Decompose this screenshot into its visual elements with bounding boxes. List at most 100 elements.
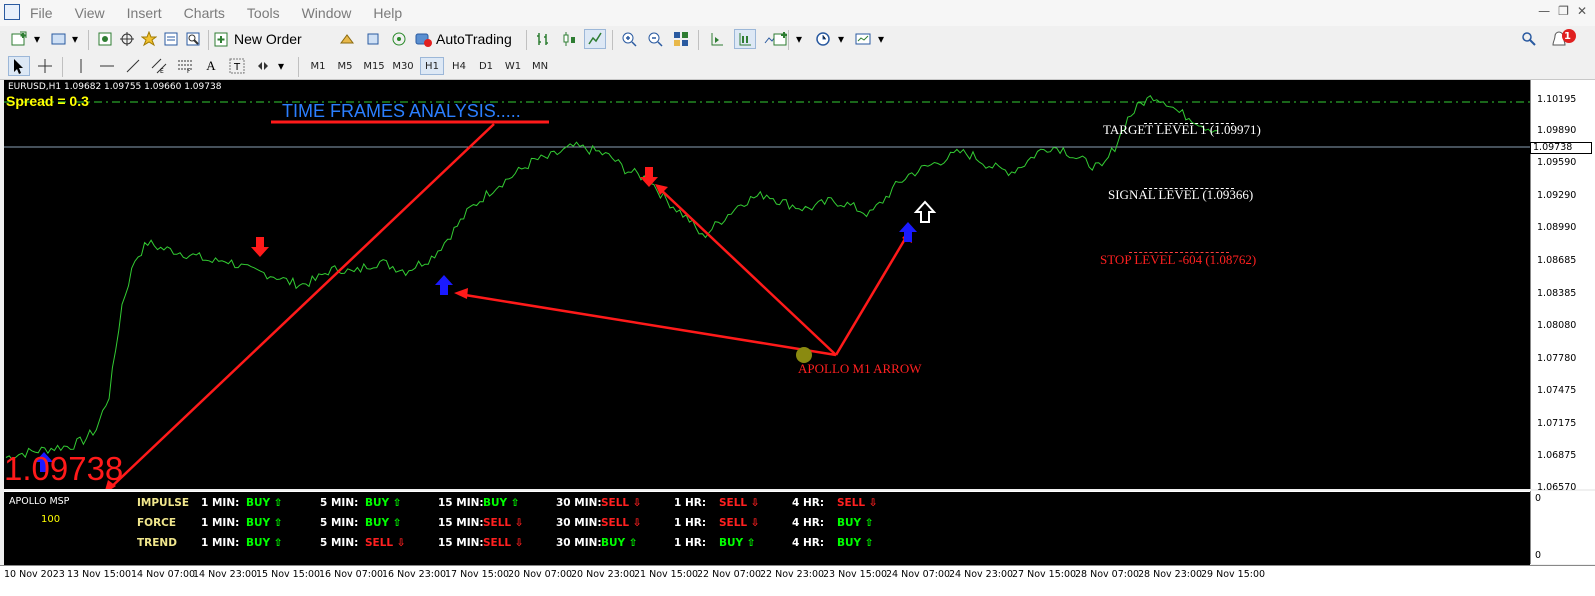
timeframe-h4[interactable]: H4	[447, 57, 471, 75]
signal-sell: SELL ⇩	[837, 497, 878, 509]
strategy-tester-icon[interactable]	[182, 29, 204, 49]
timeframe-label: 1 MIN:	[201, 537, 240, 549]
zoom-in-icon[interactable]	[618, 29, 640, 49]
cursor-icon[interactable]	[8, 56, 30, 76]
timeframe-label: 15 MIN:	[438, 537, 484, 549]
timeframe-label: 30 MIN:	[556, 497, 602, 509]
indicator-value: 100	[41, 514, 61, 525]
periods-clock-icon[interactable]	[812, 29, 834, 49]
timeframe-m5[interactable]: M5	[333, 57, 357, 75]
timeframe-label: 1 HR:	[674, 517, 707, 529]
chevron-down-icon[interactable]: ▾	[276, 56, 286, 76]
metaeditor-icon[interactable]	[336, 29, 358, 49]
market-watch-icon[interactable]	[94, 29, 116, 49]
new-order-button[interactable]: New Order	[214, 29, 322, 49]
tile-windows-icon[interactable]	[670, 29, 692, 49]
timeframe-mn[interactable]: MN	[528, 57, 552, 75]
autotrading-button[interactable]: AutoTrading	[414, 29, 520, 49]
price-series	[5, 94, 1219, 461]
timeframe-label: 4 HR:	[792, 517, 825, 529]
bar-chart-icon[interactable]	[532, 29, 554, 49]
current-price-big: 1.09738	[4, 450, 124, 487]
text-label-icon[interactable]: T	[226, 56, 248, 76]
signals-icon[interactable]	[388, 29, 410, 49]
autoscroll-icon[interactable]	[734, 29, 756, 49]
chevron-down-icon[interactable]: ▾	[794, 29, 804, 49]
apollo-msp-subwindow[interactable]: APOLLO MSP 100 IMPULSE 1 MIN: BUY ⇧ 5 MIN: B…	[4, 491, 1530, 565]
menu-tools[interactable]: Tools	[247, 5, 280, 21]
menu-file[interactable]: File	[30, 5, 53, 21]
zoom-out-icon[interactable]	[644, 29, 666, 49]
separator	[612, 30, 613, 50]
terminal-icon[interactable]	[160, 29, 182, 49]
timeframe-m15[interactable]: M15	[360, 57, 388, 75]
new-chart-icon[interactable]	[8, 29, 30, 49]
minimize-icon[interactable]: —	[1538, 4, 1550, 18]
separator	[698, 30, 699, 50]
timeframe-label: 4 HR:	[792, 497, 825, 509]
arrows-icon[interactable]	[252, 56, 274, 76]
line-chart-icon[interactable]	[584, 29, 606, 49]
spread-label: Spread = 0.3	[6, 93, 89, 109]
menu-insert[interactable]: Insert	[127, 5, 162, 21]
menu-window[interactable]: Window	[302, 5, 352, 21]
time-tick: 22 Nov 23:00	[760, 569, 825, 580]
sell-arrow-icon	[640, 167, 658, 187]
equidistant-channel-icon[interactable]: E	[148, 56, 170, 76]
menu-help[interactable]: Help	[373, 5, 402, 21]
separator	[62, 57, 63, 77]
add-indicator-icon[interactable]	[770, 29, 792, 49]
profiles-icon[interactable]	[48, 29, 70, 49]
navigator-icon[interactable]	[138, 29, 160, 49]
trendline-icon[interactable]	[122, 56, 144, 76]
app-icon	[4, 4, 20, 20]
chevron-down-icon[interactable]: ▾	[876, 29, 886, 49]
crosshair-icon[interactable]	[34, 56, 56, 76]
menu-view[interactable]: View	[75, 5, 105, 21]
data-window-icon[interactable]	[116, 29, 138, 49]
timeframe-label: 1 HR:	[674, 497, 707, 509]
time-tick: 21 Nov 15:00	[634, 569, 699, 580]
search-icon[interactable]	[1518, 29, 1540, 49]
timeframe-m1[interactable]: M1	[306, 57, 330, 75]
candlestick-icon[interactable]	[558, 29, 580, 49]
time-tick: 17 Nov 15:00	[445, 569, 510, 580]
svg-text:F: F	[187, 68, 191, 74]
arrow-line-3	[834, 233, 910, 356]
signal-sell: SELL ⇩	[365, 537, 406, 549]
horizontal-line-icon[interactable]	[96, 56, 118, 76]
timeframe-w1[interactable]: W1	[501, 57, 525, 75]
chevron-down-icon[interactable]: ▾	[32, 29, 42, 49]
new-order-label: New Order	[234, 31, 302, 47]
vertical-line-icon[interactable]	[70, 56, 92, 76]
time-tick: 23 Nov 15:00	[823, 569, 888, 580]
chevron-down-icon[interactable]: ▾	[836, 29, 846, 49]
time-tick: 29 Nov 15:00	[1201, 569, 1266, 580]
fibonacci-icon[interactable]: F	[174, 56, 196, 76]
signal-buy: BUY ⇧	[246, 537, 283, 549]
indicator-axis-top: 0	[1535, 493, 1542, 504]
timeframe-m30[interactable]: M30	[389, 57, 417, 75]
signal-buy: BUY ⇧	[483, 497, 520, 509]
signal-buy: BUY ⇧	[837, 537, 874, 549]
stop-level-label: STOP LEVEL -604 (1.08762)	[1100, 252, 1257, 267]
price-line	[5, 94, 1219, 461]
text-tool-icon[interactable]: A	[200, 56, 222, 76]
time-tick: 27 Nov 15:00	[1012, 569, 1077, 580]
close-icon[interactable]: ✕	[1577, 4, 1587, 18]
chart-shift-icon[interactable]	[706, 29, 728, 49]
window-controls: — ❐ ✕	[1538, 4, 1587, 18]
price-chart-svg	[4, 94, 1530, 489]
market-icon[interactable]	[362, 29, 384, 49]
timeframe-d1[interactable]: D1	[474, 57, 498, 75]
templates-icon[interactable]	[852, 29, 874, 49]
menu-charts[interactable]: Charts	[184, 5, 225, 21]
timeframe-label: 15 MIN:	[438, 497, 484, 509]
indicator-name: APOLLO MSP	[9, 496, 70, 507]
restore-icon[interactable]: ❐	[1558, 4, 1569, 18]
notifications-icon[interactable]: 1	[1546, 29, 1586, 49]
main-chart[interactable]: EURUSD,H1 1.09682 1.09755 1.09660 1.0973…	[4, 80, 1530, 489]
chevron-down-icon[interactable]: ▾	[70, 29, 80, 49]
signal-sell: SELL ⇩	[719, 497, 760, 509]
timeframe-h1[interactable]: H1	[420, 57, 444, 75]
